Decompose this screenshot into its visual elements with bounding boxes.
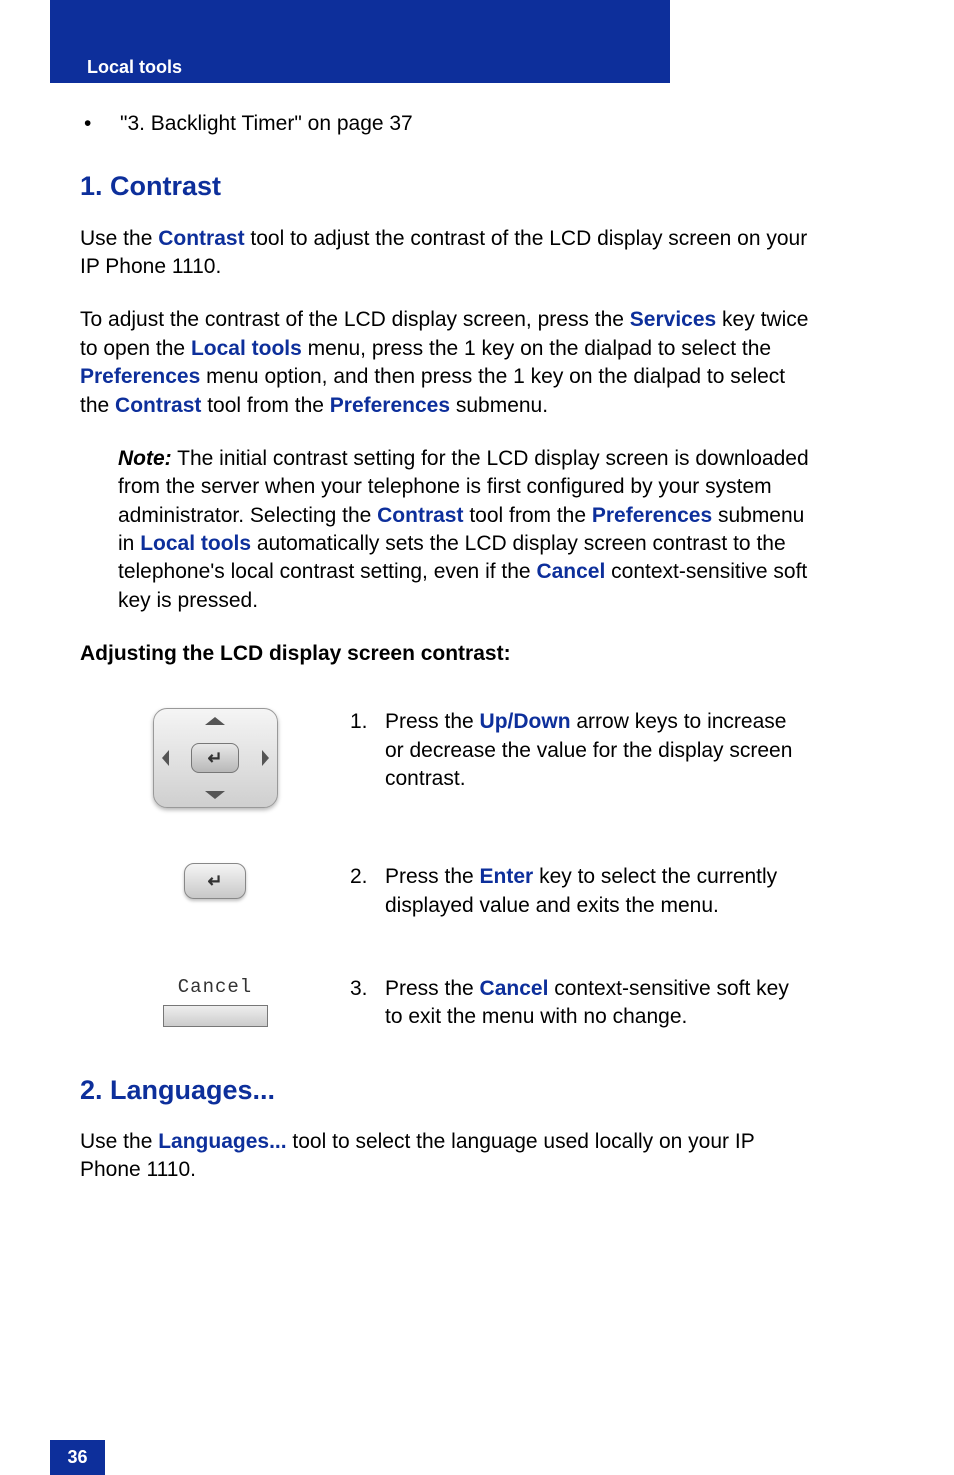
text: Press the bbox=[385, 977, 480, 1000]
arrow-up-icon bbox=[205, 717, 225, 725]
text: Use the bbox=[80, 227, 158, 250]
step-number: 3. bbox=[350, 975, 385, 1032]
text: Press the bbox=[385, 865, 480, 888]
bullet-text: "3. Backlight Timer" on page 37 bbox=[120, 110, 413, 138]
note-label: Note: bbox=[118, 447, 172, 470]
nav-pad-icon: ↵ bbox=[80, 708, 350, 808]
page-header: Local tools bbox=[50, 55, 670, 83]
text: To adjust the contrast of the LCD displa… bbox=[80, 308, 630, 331]
term-contrast: Contrast bbox=[158, 227, 244, 250]
text: Use the bbox=[80, 1130, 158, 1153]
text: menu, press the 1 key on the dialpad to … bbox=[302, 337, 771, 360]
step-2-text: 2. Press the Enter key to select the cur… bbox=[350, 863, 810, 920]
term-local-tools: Local tools bbox=[140, 532, 251, 555]
step-2: ↵ 2. Press the Enter key to select the c… bbox=[80, 863, 810, 920]
enter-key-icon: ↵ bbox=[184, 863, 246, 899]
enter-glyph-icon: ↵ bbox=[207, 869, 222, 893]
text: tool from the bbox=[463, 504, 591, 527]
page-number: 36 bbox=[50, 1440, 105, 1475]
heading-contrast: 1. Contrast bbox=[80, 168, 810, 204]
bullet-item: • "3. Backlight Timer" on page 37 bbox=[80, 110, 810, 138]
step-body: Press the Up/Down arrow keys to increase… bbox=[385, 708, 810, 793]
term-services: Services bbox=[630, 308, 716, 331]
paragraph-contrast-instructions: To adjust the contrast of the LCD displa… bbox=[80, 306, 810, 419]
cancel-softkey-icon: Cancel bbox=[163, 975, 268, 1027]
term-enter: Enter bbox=[480, 865, 534, 888]
page-content: • "3. Backlight Timer" on page 37 1. Con… bbox=[80, 110, 810, 1210]
heading-languages: 2. Languages... bbox=[80, 1072, 810, 1108]
text: Press the bbox=[385, 710, 480, 733]
note-block: Note: The initial contrast setting for t… bbox=[118, 445, 810, 615]
paragraph-languages-intro: Use the Languages... tool to select the … bbox=[80, 1128, 810, 1185]
term-local-tools: Local tools bbox=[191, 337, 302, 360]
term-contrast: Contrast bbox=[115, 394, 201, 417]
step-body: Press the Cancel context-sensitive soft … bbox=[385, 975, 810, 1032]
step-body: Press the Enter key to select the curren… bbox=[385, 863, 810, 920]
header-title: Local tools bbox=[87, 57, 182, 77]
text: submenu. bbox=[450, 394, 548, 417]
softkey-button-icon bbox=[163, 1005, 268, 1027]
term-preferences: Preferences bbox=[592, 504, 712, 527]
term-languages: Languages... bbox=[158, 1130, 286, 1153]
arrow-left-icon bbox=[162, 750, 169, 766]
term-preferences: Preferences bbox=[80, 365, 200, 388]
step-number: 1. bbox=[350, 708, 385, 793]
navigation-pad-icon: ↵ bbox=[153, 708, 278, 808]
term-preferences: Preferences bbox=[330, 394, 450, 417]
paragraph-contrast-intro: Use the Contrast tool to adjust the cont… bbox=[80, 225, 810, 282]
bullet-marker: • bbox=[80, 110, 120, 138]
top-strip bbox=[50, 0, 670, 55]
cancel-softkey-label: Cancel bbox=[178, 975, 252, 1001]
enter-center-icon: ↵ bbox=[191, 743, 239, 773]
term-cancel: Cancel bbox=[480, 977, 549, 1000]
enter-glyph-icon: ↵ bbox=[207, 746, 222, 770]
term-cancel: Cancel bbox=[536, 560, 605, 583]
arrow-right-icon bbox=[262, 750, 269, 766]
step-3: Cancel 3. Press the Cancel context-sensi… bbox=[80, 975, 810, 1032]
term-up-down: Up/Down bbox=[480, 710, 571, 733]
step-number: 2. bbox=[350, 863, 385, 920]
step-1: ↵ 1. Press the Up/Down arrow keys to inc… bbox=[80, 708, 810, 808]
enter-key-icon-wrap: ↵ bbox=[80, 863, 350, 899]
arrow-down-icon bbox=[205, 791, 225, 799]
step-1-text: 1. Press the Up/Down arrow keys to incre… bbox=[350, 708, 810, 793]
cancel-softkey-icon-wrap: Cancel bbox=[80, 975, 350, 1027]
step-3-text: 3. Press the Cancel context-sensitive so… bbox=[350, 975, 810, 1032]
text: tool from the bbox=[201, 394, 329, 417]
term-contrast: Contrast bbox=[377, 504, 463, 527]
procedure-title: Adjusting the LCD display screen contras… bbox=[80, 640, 810, 668]
